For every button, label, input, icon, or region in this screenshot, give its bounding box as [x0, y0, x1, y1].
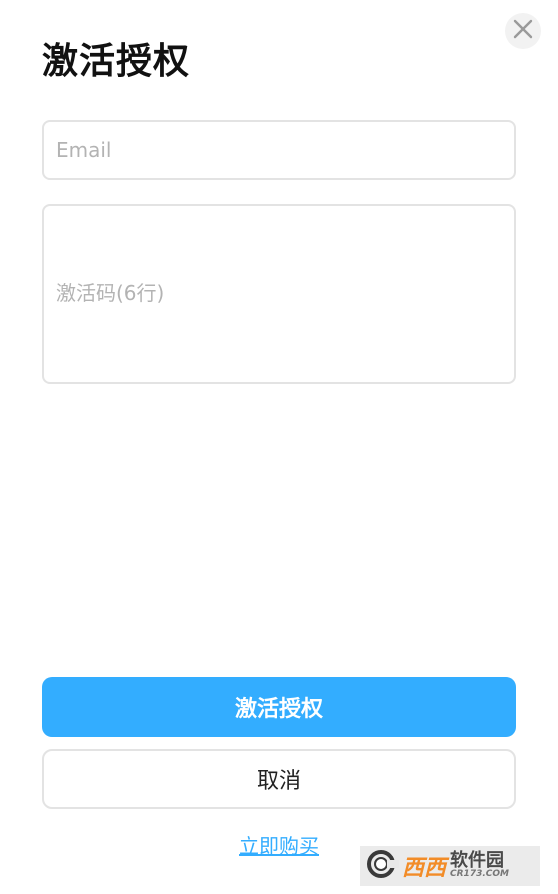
close-button[interactable] — [505, 13, 541, 49]
activation-code-input[interactable] — [42, 204, 516, 384]
dialog-title: 激活授权 — [42, 41, 191, 82]
watermark-brand: 西西 — [402, 856, 447, 881]
watermark: 西西 软件园 CR173.COM — [360, 846, 540, 886]
activate-button[interactable]: 激活授权 — [42, 677, 516, 737]
close-icon — [512, 18, 534, 44]
email-input[interactable] — [42, 120, 516, 180]
watermark-logo-icon — [366, 847, 400, 885]
cancel-button[interactable]: 取消 — [42, 749, 516, 809]
watermark-tag-text: 软件园 — [450, 850, 505, 871]
watermark-tag: 软件园 CR173.COM — [450, 850, 509, 880]
watermark-domain: CR173.COM — [450, 869, 509, 879]
